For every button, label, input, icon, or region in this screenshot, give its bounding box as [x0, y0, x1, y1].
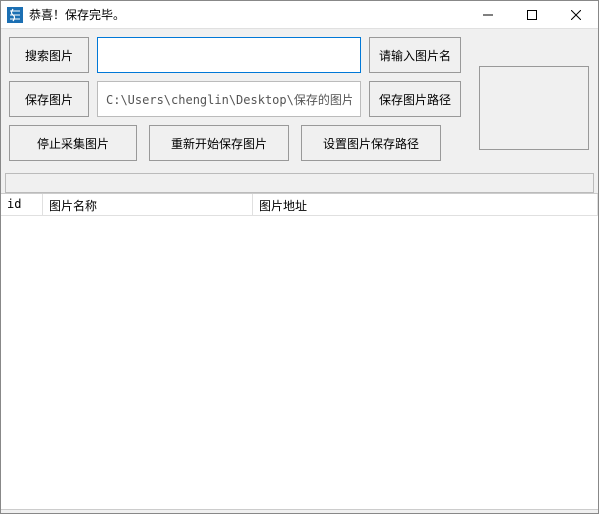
maximize-button[interactable]	[510, 1, 554, 29]
image-preview-box	[479, 66, 589, 150]
set-save-path-button[interactable]: 设置图片保存路径	[301, 125, 441, 161]
save-image-button[interactable]: 保存图片	[9, 81, 89, 117]
results-table: id 图片名称 图片地址	[1, 193, 598, 509]
app-icon	[7, 7, 23, 23]
table-header: id 图片名称 图片地址	[1, 194, 598, 216]
window-controls	[466, 1, 598, 29]
save-image-path-button[interactable]: 保存图片路径	[369, 81, 461, 117]
app-window: 恭喜！保存完毕。 搜索图片 请输入图片名	[0, 0, 599, 514]
input-image-name-button[interactable]: 请输入图片名	[369, 37, 461, 73]
search-image-button[interactable]: 搜索图片	[9, 37, 89, 73]
column-header-id[interactable]: id	[1, 194, 43, 215]
restart-save-button[interactable]: 重新开始保存图片	[149, 125, 289, 161]
column-header-address[interactable]: 图片地址	[253, 194, 598, 215]
table-body[interactable]	[1, 216, 598, 509]
window-title: 恭喜！保存完毕。	[29, 6, 466, 23]
status-strip	[1, 509, 598, 513]
toolbar-area: 搜索图片 请输入图片名 保存图片 保存图片路径 停止采集图片 重新开始保存图片 …	[1, 29, 598, 173]
path-input[interactable]	[97, 81, 361, 117]
column-header-name[interactable]: 图片名称	[43, 194, 253, 215]
close-button[interactable]	[554, 1, 598, 29]
minimize-button[interactable]	[466, 1, 510, 29]
divider-band	[5, 173, 594, 193]
titlebar: 恭喜！保存完毕。	[1, 1, 598, 29]
search-input[interactable]	[97, 37, 361, 73]
stop-collect-button[interactable]: 停止采集图片	[9, 125, 137, 161]
